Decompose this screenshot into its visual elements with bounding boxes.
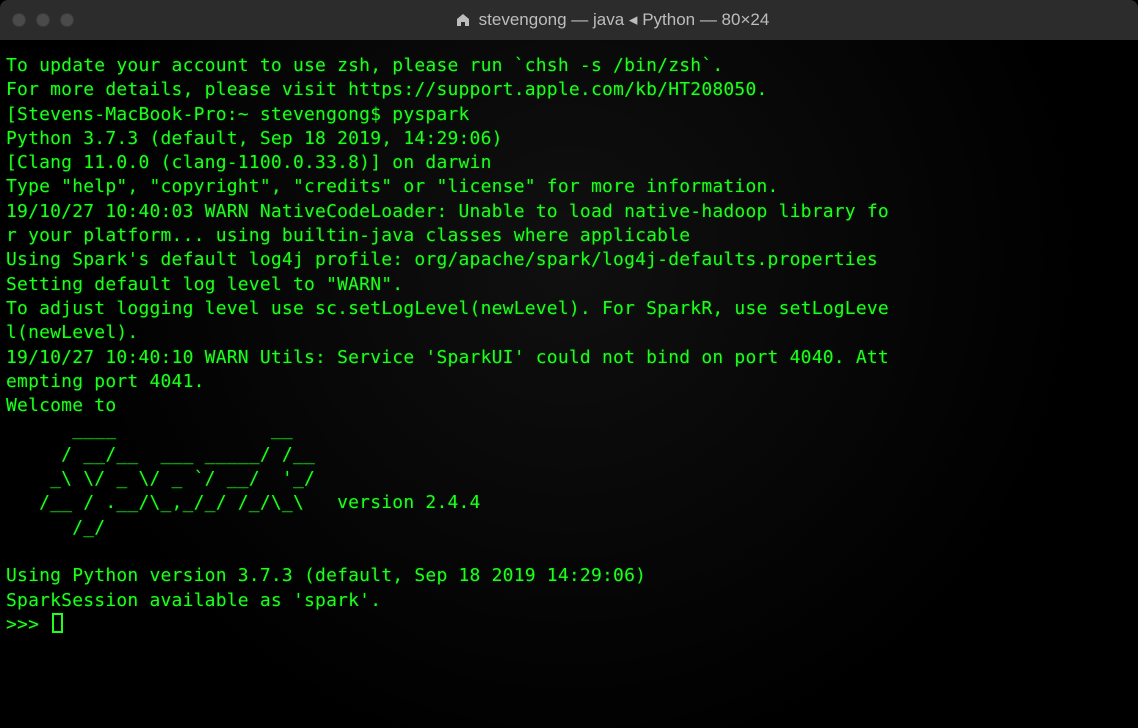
terminal-line: 19/10/27 10:40:10 WARN Utils: Service 'S… [6,347,889,368]
terminal-line: To update your account to use zsh, pleas… [6,55,723,76]
close-icon[interactable] [12,13,26,27]
terminal-line: Welcome to [6,395,116,416]
terminal-line: [Clang 11.0.0 (clang-1100.0.33.8)] on da… [6,152,492,173]
terminal-line: Using Python version 3.7.3 (default, Sep… [6,565,646,586]
terminal-line: empting port 4041. [6,371,205,392]
cursor-icon [52,613,63,633]
terminal-line: Python 3.7.3 (default, Sep 18 2019, 14:2… [6,128,503,149]
terminal-line: Type "help", "copyright", "credits" or "… [6,176,779,197]
terminal-line: For more details, please visit https://s… [6,79,768,100]
titlebar[interactable]: stevengong — java ◂ Python — 80×24 [0,0,1138,40]
terminal-line: Setting default log level to "WARN". [6,274,403,295]
window-title-text: stevengong — java ◂ Python — 80×24 [479,9,770,32]
terminal-line: _\ \/ _ \/ _ `/ __/ '_/ [6,468,315,489]
terminal-line: To adjust logging level use sc.setLogLev… [6,298,889,319]
terminal-line: /_/ [6,517,105,538]
traffic-lights [12,13,74,27]
terminal-output[interactable]: To update your account to use zsh, pleas… [0,40,1138,728]
terminal-line: /__ / .__/\_,_/_/ /_/\_\ version 2.4.4 [6,492,481,513]
window-title: stevengong — java ◂ Python — 80×24 [98,9,1126,32]
minimize-icon[interactable] [36,13,50,27]
terminal-line: [Stevens-MacBook-Pro:~ stevengong$ pyspa… [6,104,470,125]
home-icon [455,12,471,28]
terminal-line: SparkSession available as 'spark'. [6,590,381,611]
zoom-icon[interactable] [60,13,74,27]
terminal-line: l(newLevel). [6,322,138,343]
terminal-window: stevengong — java ◂ Python — 80×24 To up… [0,0,1138,728]
terminal-line: >>> [6,614,50,635]
terminal-line: ____ __ [6,419,293,440]
terminal-line: / __/__ ___ _____/ /__ [6,444,315,465]
terminal-line: 19/10/27 10:40:03 WARN NativeCodeLoader:… [6,201,889,222]
terminal-line: Using Spark's default log4j profile: org… [6,249,878,270]
terminal-line: r your platform... using builtin-java cl… [6,225,690,246]
